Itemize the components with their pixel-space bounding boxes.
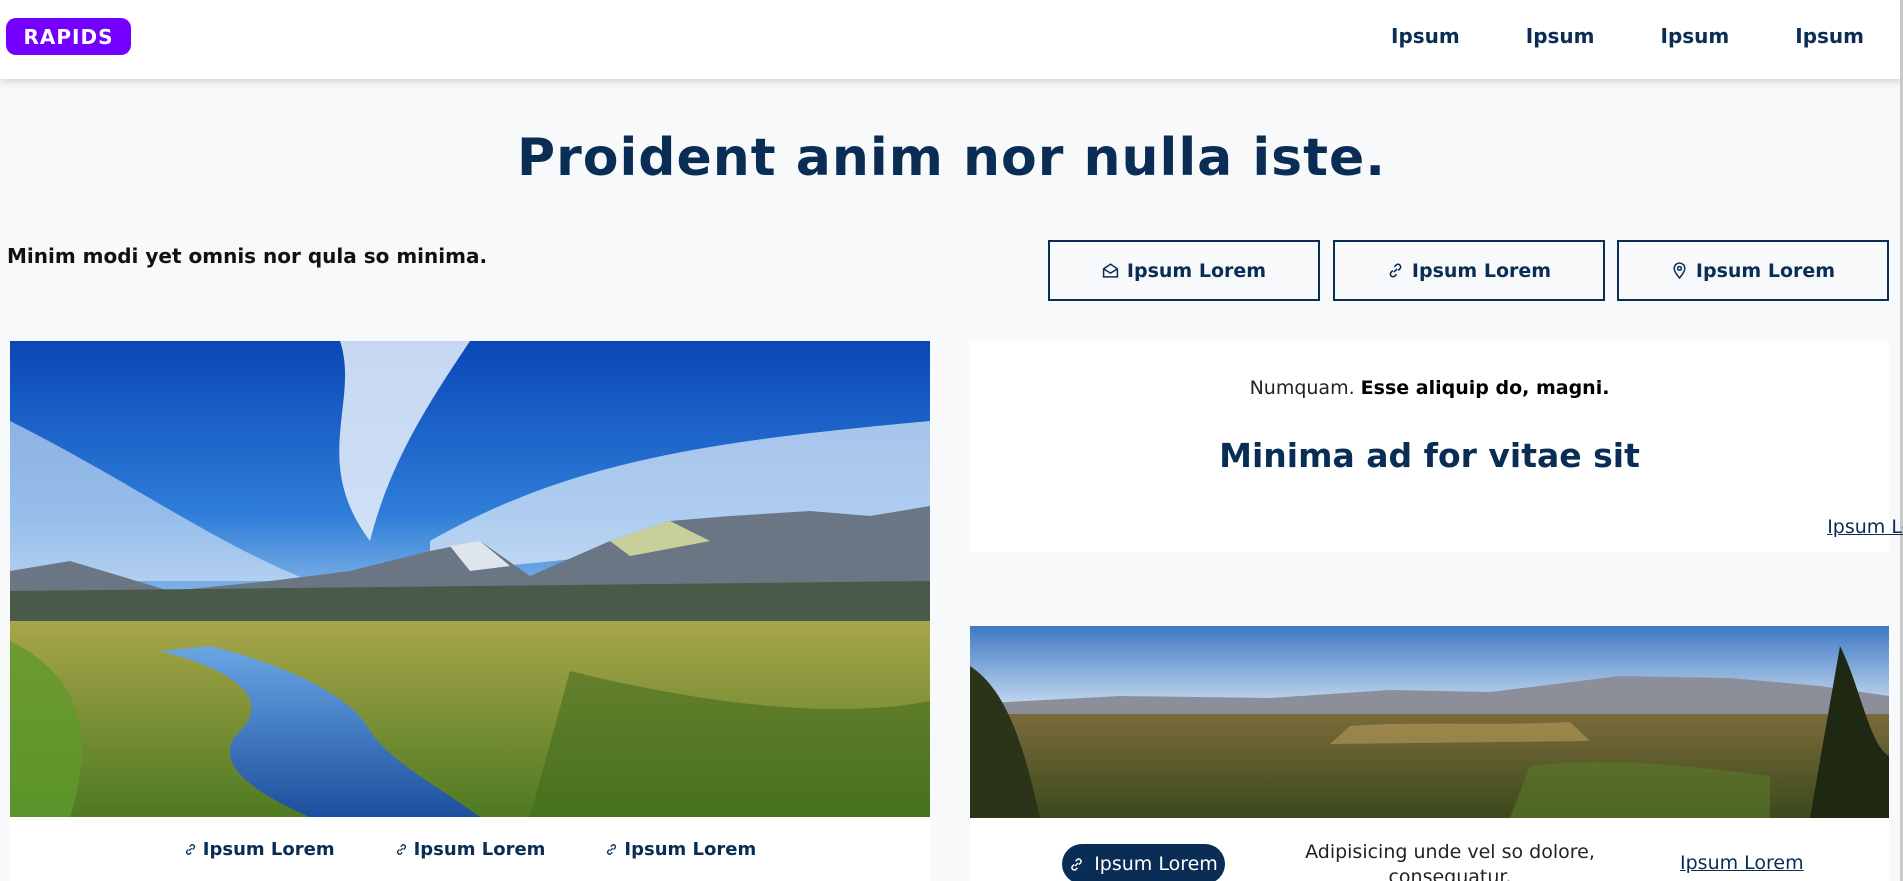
nav-item-2[interactable]: Ipsum <box>1526 24 1595 48</box>
card-link[interactable]: Ipsum Lorem <box>1430 516 1903 538</box>
feature-card: Numquam. Esse aliquip do, magni. Minima … <box>970 341 1903 552</box>
link-icon <box>185 843 195 855</box>
hero-link-1[interactable]: Ipsum Lorem <box>184 839 335 860</box>
nav-item-1[interactable]: Ipsum <box>1391 24 1460 48</box>
action-label: Ipsum Lorem <box>1695 259 1836 282</box>
hero-landscape-image <box>10 341 930 817</box>
link-icon <box>607 843 617 855</box>
action-button-email[interactable]: Ipsum Lorem <box>1048 240 1320 301</box>
action-button-location[interactable]: Ipsum Lorem <box>1617 240 1889 301</box>
hero-link-row: Ipsum Lorem Ipsum Lorem Ipsum Lorem <box>10 817 930 881</box>
rapids-logo[interactable]: RAPIDS <box>6 18 131 55</box>
panorama-link[interactable]: Ipsum Lorem <box>1680 852 1804 874</box>
tagline: Minim modi yet omnis nor qula so minima. <box>7 244 488 268</box>
card-kicker-plain: Numquam. <box>1249 377 1361 399</box>
nav-item-4[interactable]: Ipsum <box>1795 24 1864 48</box>
site-header: RAPIDS Ipsum Ipsum Ipsum Ipsum <box>0 0 1903 79</box>
page-headline: Proident anim nor nulla iste. <box>0 128 1903 188</box>
action-label: Ipsum Lorem <box>1411 259 1552 282</box>
action-button-link[interactable]: Ipsum Lorem <box>1333 240 1605 301</box>
pill-button[interactable]: Ipsum Lorem <box>1062 844 1225 881</box>
action-label: Ipsum Lorem <box>1126 259 1267 282</box>
headline-bold: nor nulla iste. <box>962 128 1387 188</box>
hero-link-label: Ipsum Lorem <box>624 838 757 860</box>
main-nav: Ipsum Ipsum Ipsum Ipsum <box>1325 0 1864 72</box>
map-pin-icon <box>1673 262 1686 279</box>
envelope-open-icon <box>1102 263 1119 278</box>
panorama-footer: Ipsum Lorem Adipisicing unde vel so dolo… <box>970 818 1889 881</box>
hero-link-label: Ipsum Lorem <box>202 838 335 860</box>
panorama-description: Adipisicing unde vel so dolore, consequa… <box>1305 841 1595 881</box>
headline-light: Proident anim <box>516 128 963 188</box>
card-kicker: Numquam. Esse aliquip do, magni. <box>970 377 1889 399</box>
pill-label: Ipsum Lorem <box>1094 853 1218 875</box>
link-icon <box>396 843 406 855</box>
card-kicker-bold: Esse aliquip do, magni. <box>1360 377 1610 399</box>
nav-item-3[interactable]: Ipsum <box>1661 24 1730 48</box>
link-icon <box>1389 263 1402 278</box>
hero-link-label: Ipsum Lorem <box>413 838 546 860</box>
link-icon <box>1071 857 1082 871</box>
card-title: Minima ad for vitae sit <box>1219 436 1640 475</box>
hero-link-2[interactable]: Ipsum Lorem <box>395 838 546 860</box>
hero-link-3[interactable]: Ipsum Lorem <box>605 839 756 860</box>
panorama-image <box>970 626 1889 818</box>
